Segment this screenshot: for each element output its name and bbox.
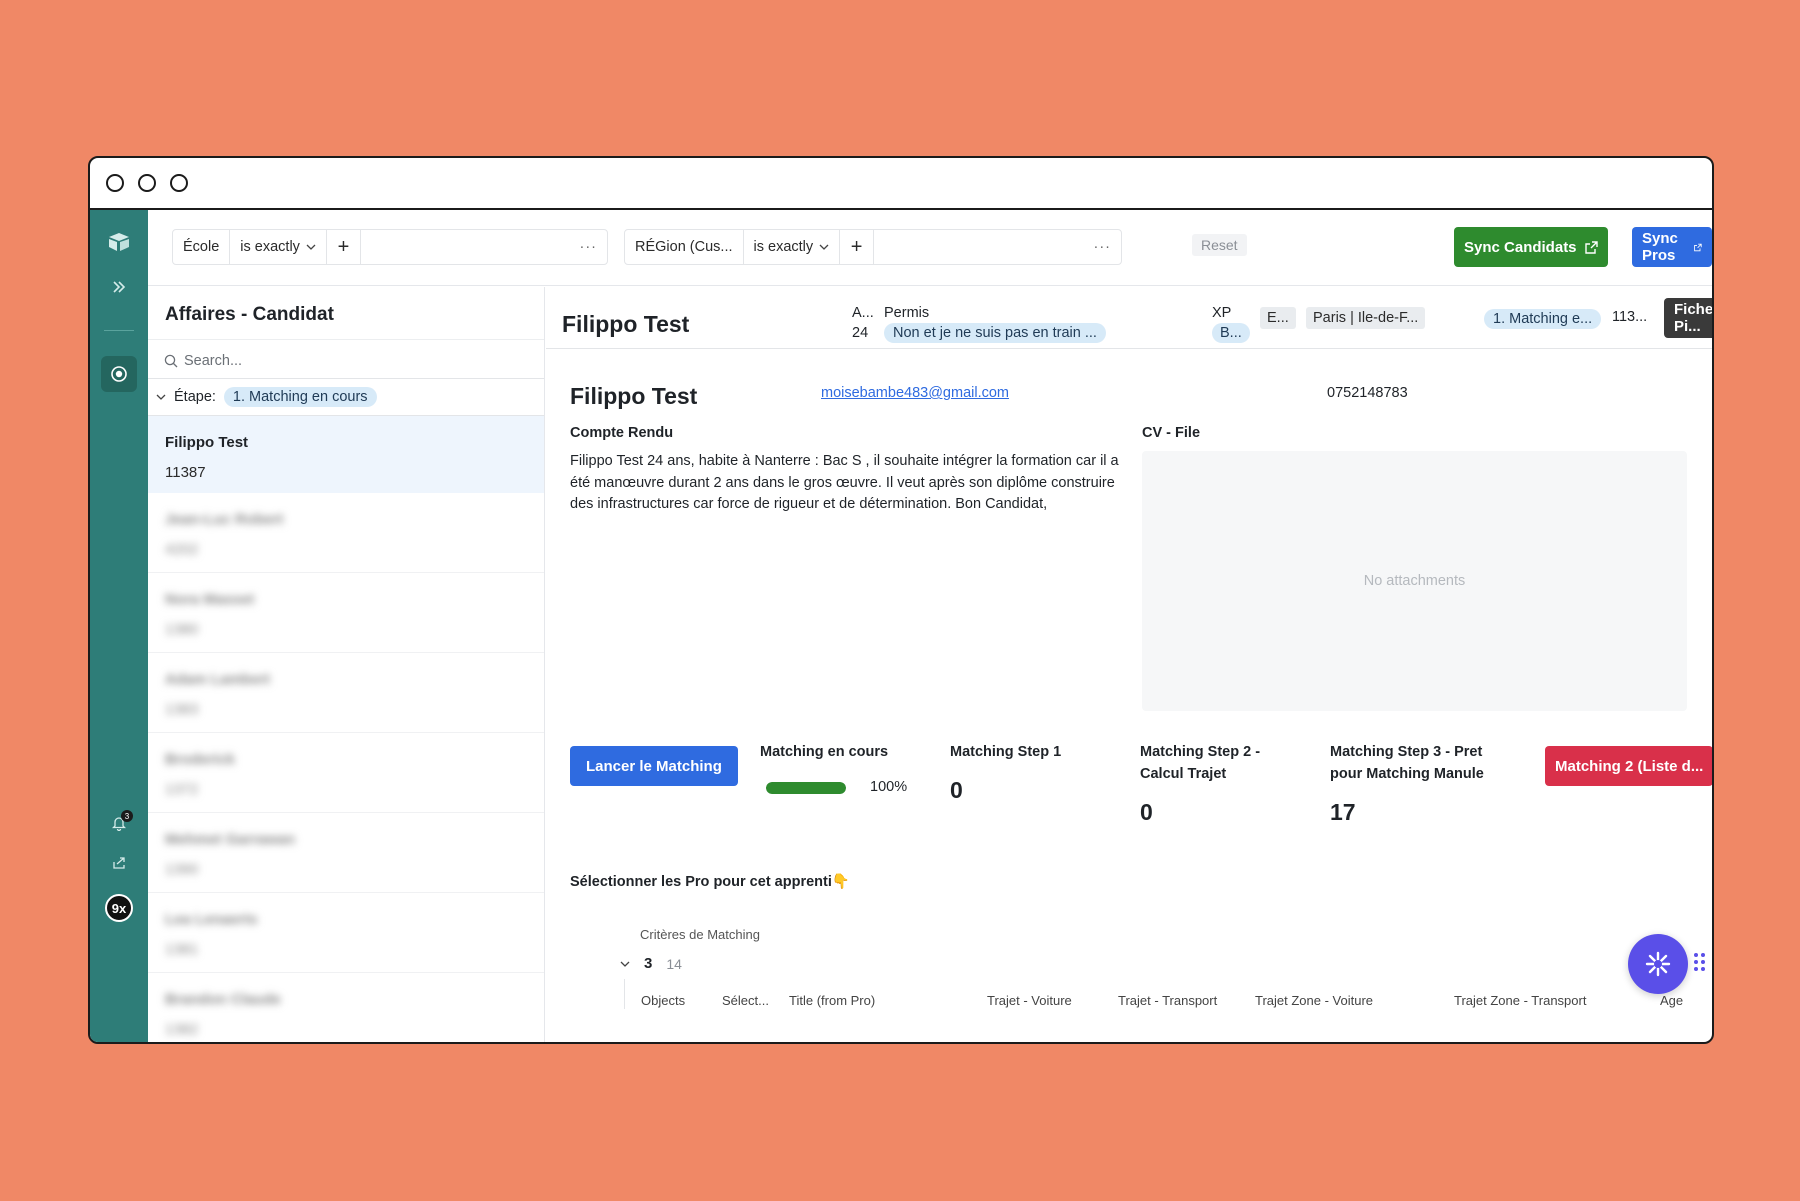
- sync-pros-button[interactable]: Sync Pros: [1632, 227, 1712, 267]
- compte-rendu-text: Filippo Test 24 ans, habite à Nanterre :…: [570, 453, 1119, 512]
- add-value-button[interactable]: +: [840, 230, 875, 264]
- progress-percent: 100%: [870, 779, 908, 795]
- phone-number: 0752148783: [1327, 385, 1408, 401]
- filter-more-button[interactable]: ···: [570, 230, 608, 264]
- xp-pill: B...: [1212, 323, 1250, 343]
- email-link[interactable]: moisebambe483@gmail.com: [821, 385, 1009, 401]
- launch-matching-button[interactable]: Lancer le Matching: [570, 746, 738, 786]
- share-icon[interactable]: [90, 856, 148, 870]
- list-item[interactable]: Brandon Claude 1382: [148, 973, 544, 1042]
- filter-field[interactable]: RÉGion (Cus...: [625, 230, 744, 264]
- filter-ecole: École is exactly + ···: [172, 229, 608, 265]
- list-item[interactable]: Broderick 1372: [148, 733, 544, 813]
- xp-field: XP B...: [1212, 305, 1250, 343]
- matching-en-cours-label: Matching en cours: [760, 744, 889, 760]
- step2-value: 0: [1140, 799, 1153, 825]
- notification-count-badge: 3: [121, 810, 133, 822]
- column-header[interactable]: Age: [1660, 993, 1683, 1008]
- add-value-button[interactable]: +: [327, 230, 361, 264]
- fiche-button[interactable]: Fiche Pi...: [1664, 298, 1712, 338]
- chevron-down-icon: [620, 961, 630, 967]
- step1-value: 0: [950, 777, 963, 803]
- step2-label: Matching Step 2 - Calcul Trajet: [1140, 744, 1261, 782]
- user-avatar[interactable]: 9x: [90, 894, 148, 922]
- nav-rail: 3 9x: [90, 210, 148, 1042]
- list-item[interactable]: Jean-Luc Robert 4202: [148, 493, 544, 573]
- column-header[interactable]: Objects: [641, 993, 685, 1008]
- column-header[interactable]: Trajet Zone - Transport: [1454, 993, 1586, 1008]
- drag-handle-icon[interactable]: [1694, 953, 1705, 971]
- region-pill: Paris | Ile-de-F...: [1306, 307, 1426, 329]
- column-header[interactable]: Trajet Zone - Voiture: [1255, 993, 1373, 1008]
- filter-field[interactable]: École: [173, 230, 231, 264]
- record-id-truncated: 113...: [1612, 309, 1648, 325]
- sync-candidats-button[interactable]: Sync Candidats: [1454, 227, 1608, 267]
- list-item-id: 11387: [165, 464, 206, 481]
- external-link-icon: [1584, 240, 1598, 254]
- step3-label: Matching Step 3 - Pret pour Matching Man…: [1330, 744, 1484, 782]
- chevron-down-icon: [306, 244, 316, 250]
- group-stage-pill: 1. Matching en cours: [223, 387, 377, 407]
- candidate-name: Filippo Test: [570, 383, 698, 409]
- filter-more-button[interactable]: ···: [1084, 230, 1122, 264]
- select-pros-title: Sélectionner les Pro pour cet apprenti👇: [570, 874, 850, 890]
- notifications-icon[interactable]: 3: [90, 810, 148, 836]
- age-field: A... 24: [852, 305, 874, 341]
- expand-sidebar-icon[interactable]: [90, 280, 148, 294]
- group-header[interactable]: Étape: 1. Matching en cours: [156, 387, 377, 407]
- step1-label: Matching Step 1: [950, 744, 1062, 760]
- app-window: 3 9x École is exactly + ··· RÉGion (Cus.…: [88, 156, 1714, 1044]
- app-body: 3 9x École is exactly + ··· RÉGion (Cus.…: [90, 210, 1712, 1042]
- permis-field: Permis Non et je ne suis pas en train ..…: [884, 305, 1106, 343]
- interface-page-icon[interactable]: [101, 356, 137, 392]
- external-link-icon: [1694, 243, 1702, 251]
- list-item[interactable]: Adam Lambert 1383: [148, 653, 544, 733]
- window-titlebar: [90, 158, 1712, 210]
- search-icon: [164, 354, 178, 368]
- search-input[interactable]: Search...: [164, 353, 242, 369]
- matching-progress-bar: [766, 782, 846, 794]
- assistant-fab-button[interactable]: [1628, 934, 1688, 994]
- pros-table-header: Objects Sélect... Title (from Pro) Traje…: [624, 979, 1712, 1009]
- filter-operator[interactable]: is exactly: [744, 230, 841, 264]
- window-maximize-button[interactable]: [170, 174, 188, 192]
- filter-bar: École is exactly + ··· RÉGion (Cus... is…: [148, 210, 1712, 286]
- stage-pill: 1. Matching e...: [1484, 309, 1602, 329]
- matching-list-button[interactable]: Matching 2 (Liste d...: [1545, 746, 1712, 786]
- permis-pill: Non et je ne suis pas en train ...: [884, 323, 1106, 343]
- cv-attachment-dropzone[interactable]: No attachments: [1142, 451, 1687, 711]
- airtable-logo-icon[interactable]: [90, 232, 148, 252]
- criteria-group[interactable]: 3 14: [620, 955, 682, 972]
- window-close-button[interactable]: [106, 174, 124, 192]
- record-header-title: Filippo Test: [562, 311, 690, 337]
- sparkle-icon: [1645, 951, 1671, 977]
- list-item-title: Filippo Test: [165, 434, 249, 451]
- reset-filters-button[interactable]: Reset: [1192, 234, 1247, 256]
- column-header[interactable]: Trajet - Voiture: [987, 993, 1072, 1008]
- step3-value: 17: [1330, 799, 1356, 825]
- list-title: Affaires - Candidat: [165, 304, 334, 325]
- cv-file-label: CV - File: [1142, 425, 1201, 441]
- column-header[interactable]: Title (from Pro): [789, 993, 875, 1008]
- compte-rendu-label: Compte Rendu: [570, 425, 674, 441]
- filter-region: RÉGion (Cus... is exactly + ···: [624, 229, 1122, 265]
- list-item-selected[interactable]: Filippo Test 11387: [148, 416, 544, 493]
- record-list-panel: Affaires - Candidat Search... Étape: 1. …: [148, 287, 545, 1042]
- window-minimize-button[interactable]: [138, 174, 156, 192]
- filter-operator[interactable]: is exactly: [230, 230, 327, 264]
- record-detail: Filippo Test A... 24 Permis Non et je ne…: [546, 287, 1712, 1042]
- chevron-down-icon: [156, 394, 166, 400]
- list-item[interactable]: Nora Masset 1380: [148, 573, 544, 653]
- field-e-pill: E...: [1260, 307, 1296, 329]
- column-header[interactable]: Trajet - Transport: [1118, 993, 1217, 1008]
- chevron-down-icon: [819, 244, 829, 250]
- criteria-header: Critères de Matching: [640, 927, 760, 942]
- list-item[interactable]: Lea Lenaerts 1381: [148, 893, 544, 973]
- list-item[interactable]: Mehmet Garrawan 1390: [148, 813, 544, 893]
- progress-fill: [766, 782, 846, 794]
- column-header[interactable]: Sélect...: [722, 993, 769, 1008]
